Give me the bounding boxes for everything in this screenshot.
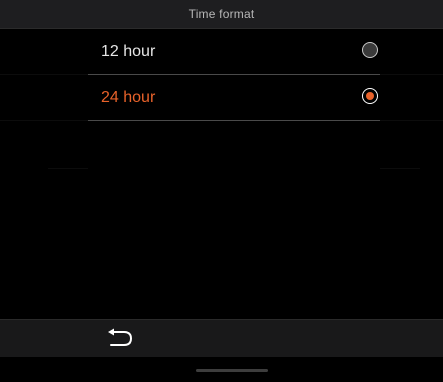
option-24-hour[interactable]: 24 hour (88, 75, 380, 121)
radio-button-selected[interactable] (362, 88, 378, 104)
system-nav-strip (0, 357, 443, 382)
back-arrow-icon (108, 328, 132, 346)
background-divider (48, 168, 88, 169)
header-bar: Time format (0, 0, 443, 29)
background-divider (380, 120, 443, 121)
time-format-screen: Time format 12 hour 24 hour (0, 0, 443, 382)
footer-bar (0, 319, 443, 357)
home-indicator[interactable] (196, 369, 268, 372)
radio-button-unselected[interactable] (362, 42, 378, 58)
back-button[interactable] (104, 326, 138, 352)
background-divider (380, 168, 420, 169)
background-divider (0, 120, 88, 121)
background-divider (0, 74, 88, 75)
option-label: 24 hour (101, 89, 156, 106)
background-divider (380, 74, 443, 75)
option-label: 12 hour (101, 43, 156, 60)
option-12-hour[interactable]: 12 hour (88, 29, 380, 75)
page-title: Time format (188, 7, 255, 21)
row-divider (88, 120, 380, 121)
